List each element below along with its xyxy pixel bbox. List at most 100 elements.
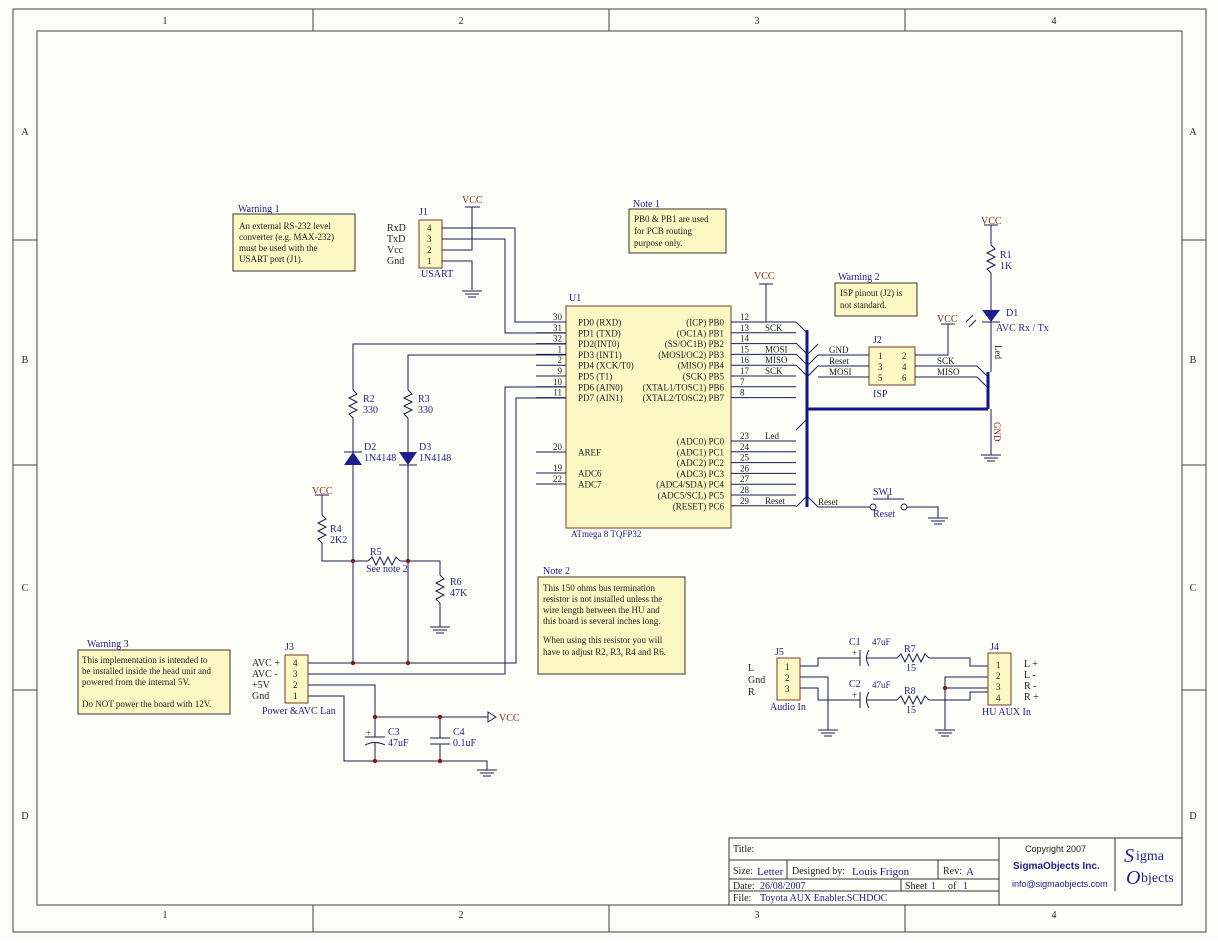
svg-text:purpose only.: purpose only. xyxy=(634,238,682,248)
net-label: SCK xyxy=(937,356,955,366)
schematic-drawing: 1 2 3 4 1 2 3 4 A B C D A B C D Warning … xyxy=(12,8,1207,933)
svg-text:See note 2: See note 2 xyxy=(366,564,408,575)
vcc-label: VCC xyxy=(981,216,1002,227)
pin-number: 17 xyxy=(740,366,750,376)
svg-text:15: 15 xyxy=(906,705,916,716)
svg-text:C3: C3 xyxy=(388,727,400,738)
svg-text:SW1: SW1 xyxy=(873,487,893,498)
svg-text:Audio In: Audio In xyxy=(770,702,806,713)
svg-text:3: 3 xyxy=(996,682,1001,692)
svg-text:Warning 3: Warning 3 xyxy=(87,639,129,650)
svg-text:R1: R1 xyxy=(1000,250,1012,261)
net-label: SCK xyxy=(765,366,783,376)
net-label: MISO xyxy=(937,367,960,377)
pin-name: ADC6 xyxy=(578,469,602,479)
svg-text:be installed inside the head u: be installed inside the head unit and xyxy=(82,666,211,676)
svg-text:D2: D2 xyxy=(364,442,376,453)
row-marker: B xyxy=(1190,355,1197,366)
svg-text:O: O xyxy=(1126,867,1140,889)
svg-text:R +: R + xyxy=(1024,692,1039,703)
svg-text:1N4148: 1N4148 xyxy=(419,453,451,464)
pin-number: 12 xyxy=(740,312,749,322)
net-label: MOSI xyxy=(765,344,788,354)
svg-text:1: 1 xyxy=(427,256,432,266)
warning-1-note: Warning 1 An external RS-232 level conve… xyxy=(232,204,356,272)
svg-text:47uF: 47uF xyxy=(872,680,891,690)
pin-name: (ADC5/SCL) PC5 xyxy=(658,491,725,501)
column-marker: 3 xyxy=(755,910,760,921)
svg-text:1: 1 xyxy=(963,881,968,892)
pin-number: 20 xyxy=(553,442,563,452)
pin-number: 7 xyxy=(740,377,745,387)
svg-text:R6: R6 xyxy=(450,577,462,588)
svg-text:Note 2: Note 2 xyxy=(543,566,570,577)
svg-text:1: 1 xyxy=(996,660,1001,670)
vcc-label: VCC xyxy=(499,713,520,724)
svg-text:Designed by:: Designed by: xyxy=(792,866,845,877)
svg-text:Power &AVC Lan: Power &AVC Lan xyxy=(262,706,336,717)
svg-text:4: 4 xyxy=(427,223,432,233)
pin-number: 30 xyxy=(553,312,563,322)
svg-text:L +: L + xyxy=(1024,659,1038,670)
column-marker: 4 xyxy=(1052,16,1057,27)
svg-text:powered from the internal 5V.: powered from the internal 5V. xyxy=(82,677,190,687)
pin-name: (MOSI/OC2) PB3 xyxy=(658,350,724,360)
svg-text:2: 2 xyxy=(902,351,907,361)
svg-text:4: 4 xyxy=(293,658,298,668)
svg-text:0.1uF: 0.1uF xyxy=(453,738,477,749)
svg-text:AVC +: AVC + xyxy=(252,658,280,669)
pin-name: (ADC0) PC0 xyxy=(677,437,725,447)
pin-name: ADC7 xyxy=(578,480,602,490)
svg-text:PB0 & PB1 are used: PB0 & PB1 are used xyxy=(634,214,709,224)
svg-text:ISP: ISP xyxy=(873,389,888,400)
pin-name: (RESET) PC6 xyxy=(673,501,725,511)
svg-text:+5V: +5V xyxy=(252,680,271,691)
svg-text:R3: R3 xyxy=(418,394,430,405)
svg-text:Note 1: Note 1 xyxy=(633,199,660,210)
vcc-label: VCC xyxy=(754,271,775,282)
svg-text:R7: R7 xyxy=(904,644,916,655)
svg-text:info@sigmaobjects.com: info@sigmaobjects.com xyxy=(1012,879,1108,889)
svg-text:Toyota AUX Enabler.SCHDOC: Toyota AUX Enabler.SCHDOC xyxy=(760,893,888,904)
svg-text:RxD: RxD xyxy=(387,223,406,234)
pin-number: 26 xyxy=(740,463,750,473)
svg-text:C4: C4 xyxy=(453,727,465,738)
svg-text:2: 2 xyxy=(785,673,790,683)
svg-text:AVC -: AVC - xyxy=(252,669,278,680)
svg-text:J4: J4 xyxy=(990,642,999,653)
column-marker: 1 xyxy=(163,910,168,921)
svg-text:Louis Frigon: Louis Frigon xyxy=(852,866,910,878)
pin-name: (OC1A) PB1 xyxy=(677,328,724,338)
column-marker: 2 xyxy=(459,910,464,921)
svg-text:330: 330 xyxy=(418,405,433,416)
schematic-sheet: 1 2 3 4 1 2 3 4 A B C D A B C D Warning … xyxy=(0,0,1218,938)
svg-text:R8: R8 xyxy=(904,686,916,697)
svg-text:J5: J5 xyxy=(775,647,784,658)
svg-text:Gnd: Gnd xyxy=(387,256,404,267)
pin-name: PD3 (INT1) xyxy=(578,350,622,360)
svg-text:Sheet: Sheet xyxy=(905,881,927,892)
pin-number: 14 xyxy=(740,334,750,344)
svg-text:6: 6 xyxy=(902,373,907,383)
row-marker: D xyxy=(1189,811,1196,822)
svg-text:J1: J1 xyxy=(419,207,428,218)
pin-name: (ADC3) PC3 xyxy=(677,469,725,479)
pin-number: 19 xyxy=(553,463,563,473)
net-label: GND xyxy=(829,345,849,355)
pin-name: (ADC4/SDA) PC4 xyxy=(656,480,724,490)
svg-text:+: + xyxy=(852,648,857,658)
svg-text:When using this resistor you w: When using this resistor you will xyxy=(543,635,663,645)
net-label: MISO xyxy=(765,355,788,365)
svg-text:bjects: bjects xyxy=(1141,871,1174,886)
svg-text:Vcc: Vcc xyxy=(387,245,404,256)
svg-text:2: 2 xyxy=(293,680,298,690)
svg-text:of: of xyxy=(948,881,957,892)
pin-number: 25 xyxy=(740,453,750,463)
net-label: Reset xyxy=(765,496,785,506)
svg-text:L: L xyxy=(748,663,754,674)
vcc-label: VCC xyxy=(312,486,333,497)
gnd-label: GND xyxy=(992,422,1002,442)
svg-text:igma: igma xyxy=(1136,849,1165,864)
pin-number: 22 xyxy=(553,474,562,484)
pin-number: 10 xyxy=(553,377,563,387)
